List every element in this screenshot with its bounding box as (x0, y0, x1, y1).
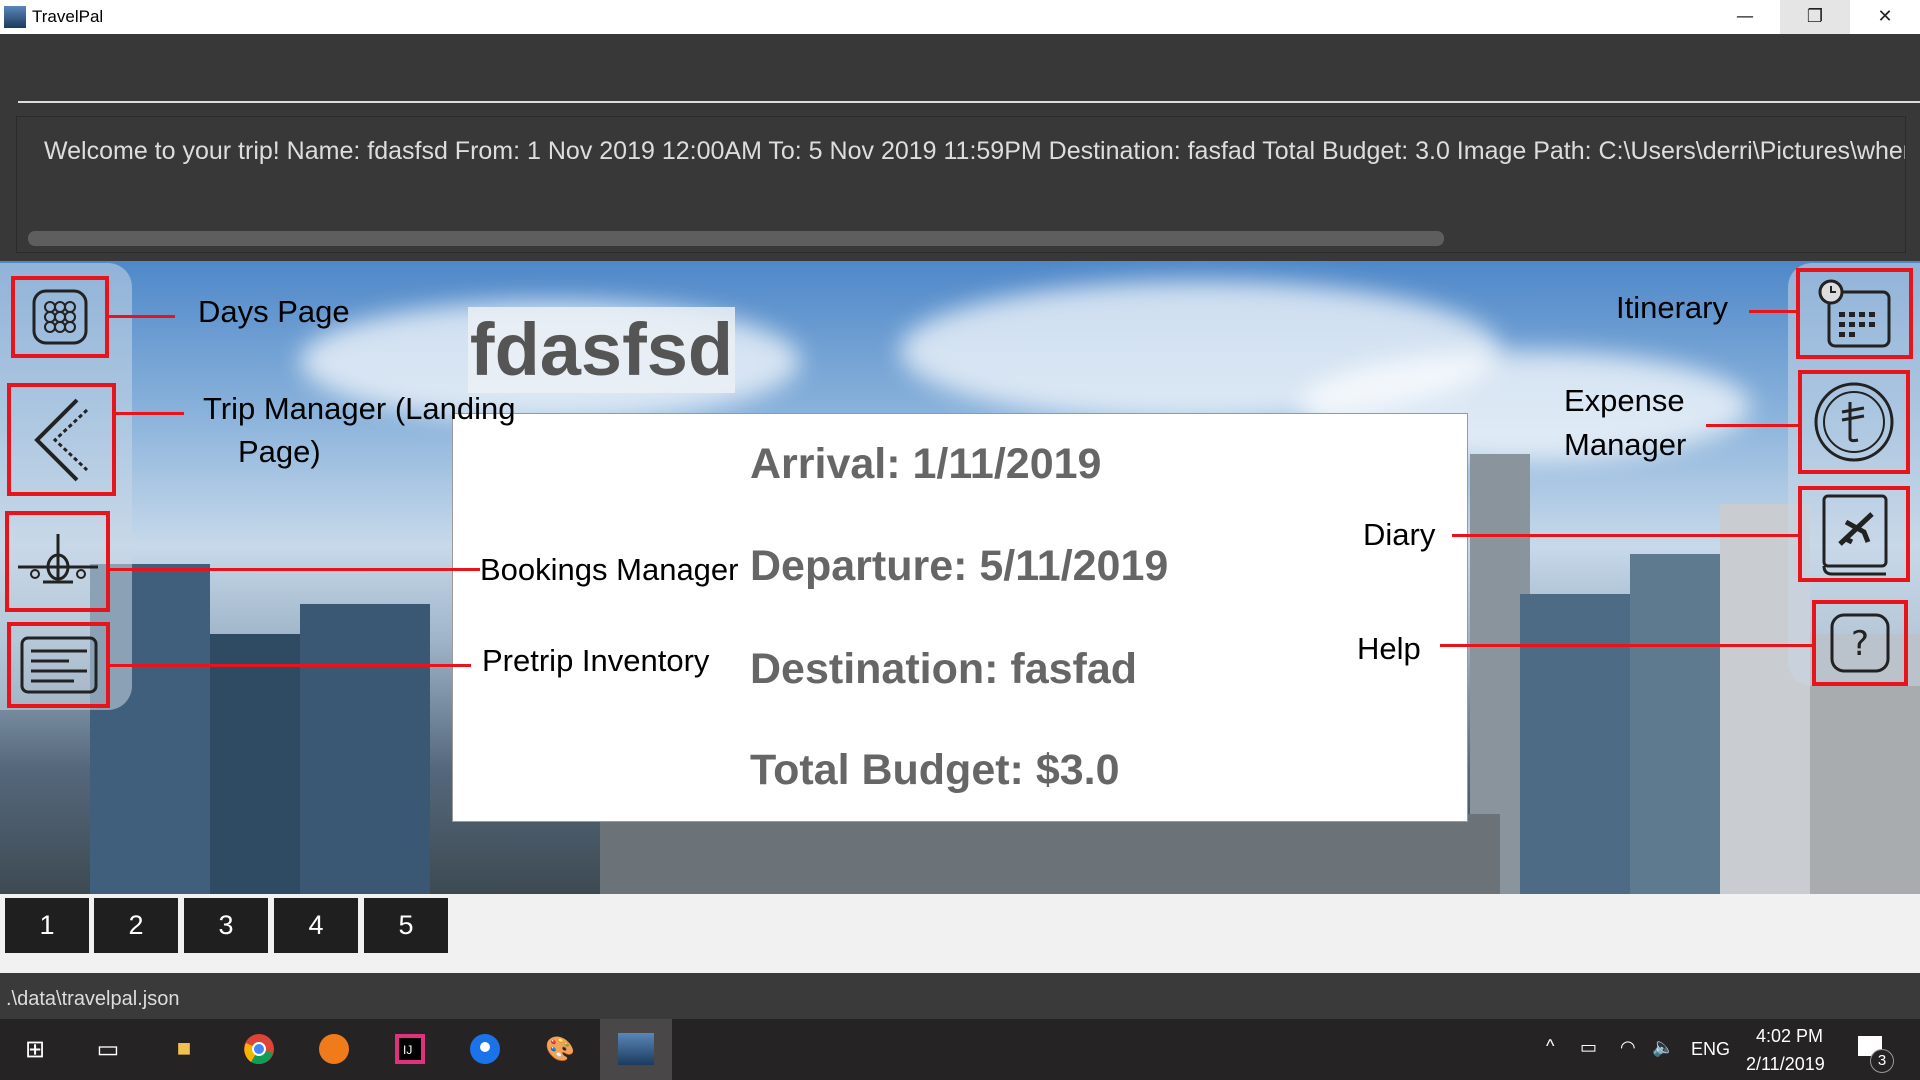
language-indicator[interactable]: ENG (1691, 1039, 1730, 1060)
grid-calendar-icon (32, 289, 88, 345)
annotation-line (1706, 424, 1800, 427)
close-button[interactable]: ✕ (1850, 0, 1920, 34)
airplane-icon (17, 533, 98, 583)
budget-text: Total Budget: $3.0 (750, 746, 1120, 794)
trip-manager-button[interactable] (7, 383, 116, 496)
show-hidden-icons[interactable]: ^ (1546, 1036, 1554, 1057)
itinerary-label: Itinerary (1616, 290, 1728, 325)
wifi-icon[interactable]: ◠ (1620, 1037, 1636, 1058)
bookings-manager-button[interactable] (5, 511, 110, 612)
bookings-manager-label: Bookings Manager (480, 552, 739, 587)
annotation-line (110, 664, 471, 667)
svg-text:IJ: IJ (403, 1043, 412, 1057)
trip-name-heading: fdasfsd (468, 307, 735, 393)
travelpal-taskbar-button[interactable] (600, 1019, 672, 1080)
expense-manager-label-cont: Manager (1564, 427, 1687, 462)
expense-manager-label: Expense (1564, 383, 1685, 418)
status-bar: .\data\travelpal.json (0, 973, 1920, 1019)
title-bar: TravelPal — ❐ ✕ (0, 0, 1920, 34)
clock-date[interactable]: 2/11/2019 (1746, 1054, 1825, 1075)
file-explorer-icon[interactable]: ■ (166, 1031, 202, 1067)
window-title: TravelPal (32, 7, 104, 26)
restore-button[interactable]: ❐ (1780, 0, 1850, 34)
svg-text:?: ? (1851, 624, 1869, 664)
question-icon: ? (1830, 613, 1890, 673)
day-button[interactable]: 4 (274, 898, 358, 953)
annotation-line (110, 568, 480, 571)
annotation-line (109, 315, 175, 318)
annotation-line (116, 412, 184, 415)
maps-icon[interactable] (467, 1031, 503, 1067)
task-view-icon[interactable]: ▭ (90, 1031, 126, 1067)
trip-manager-label-cont: Page) (238, 434, 321, 469)
day-button[interactable]: 1 (5, 898, 89, 953)
minimize-button[interactable]: — (1710, 0, 1780, 34)
list-document-icon (20, 636, 97, 694)
expense-manager-button[interactable] (1798, 370, 1910, 474)
day-button[interactable]: 3 (184, 898, 268, 953)
command-input[interactable] (18, 44, 1918, 100)
annotation-line (1749, 310, 1796, 313)
trip-details-card: Arrival: 1/11/2019 Departure: 5/11/2019 … (452, 413, 1468, 822)
day-button[interactable]: 5 (364, 898, 448, 953)
calendar-clock-icon (1818, 279, 1890, 347)
chrome-icon[interactable] (241, 1031, 277, 1067)
annotation-line (1452, 534, 1802, 537)
data-file-path: .\data\travelpal.json (6, 988, 180, 1010)
diary-button[interactable] (1798, 486, 1910, 582)
pretrip-inventory-label: Pretrip Inventory (482, 643, 710, 678)
pretrip-inventory-button[interactable] (7, 622, 110, 708)
destination-text: Destination: fasfad (750, 645, 1138, 693)
app-icon (4, 6, 26, 28)
days-page-label: Days Page (198, 294, 350, 329)
command-underline (18, 101, 1920, 103)
intellij-icon[interactable]: IJ (392, 1031, 428, 1067)
days-page-button[interactable] (11, 276, 109, 358)
coin-icon (1814, 382, 1894, 462)
itinerary-button[interactable] (1796, 268, 1913, 359)
volume-icon[interactable]: 🔈 (1652, 1037, 1674, 1058)
battery-icon[interactable]: ▭ (1580, 1037, 1597, 1058)
back-chevron-icon (33, 398, 88, 481)
horizontal-scrollbar[interactable] (28, 231, 1444, 246)
travel-diary-icon (1822, 494, 1888, 576)
trip-manager-label: Trip Manager (Landing (203, 391, 516, 426)
departure-text: Departure: 5/11/2019 (750, 542, 1169, 590)
help-button[interactable]: ? (1812, 600, 1908, 686)
windows-start-icon[interactable]: ⊞ (17, 1031, 53, 1067)
taskbar: ⊞ ▭ ■ IJ 🎨 ^ ▭ ◠ 🔈 ENG 4:02 PM 2/11/2019… (0, 1019, 1920, 1080)
app-icon-orange[interactable] (316, 1031, 352, 1067)
help-label: Help (1357, 631, 1421, 666)
result-display: Welcome to your trip! Name: fdasfsd From… (16, 116, 1906, 253)
day-button[interactable]: 2 (94, 898, 178, 953)
diary-label: Diary (1363, 517, 1436, 552)
clock-time[interactable]: 4:02 PM (1756, 1026, 1823, 1047)
notification-count: 3 (1870, 1049, 1894, 1073)
annotation-line (1440, 644, 1812, 647)
result-text: Welcome to your trip! Name: fdasfsd From… (44, 137, 1906, 165)
paint-icon[interactable]: 🎨 (542, 1031, 578, 1067)
day-selector-bar: 1 2 3 4 5 (0, 894, 1920, 973)
arrival-text: Arrival: 1/11/2019 (750, 440, 1102, 488)
